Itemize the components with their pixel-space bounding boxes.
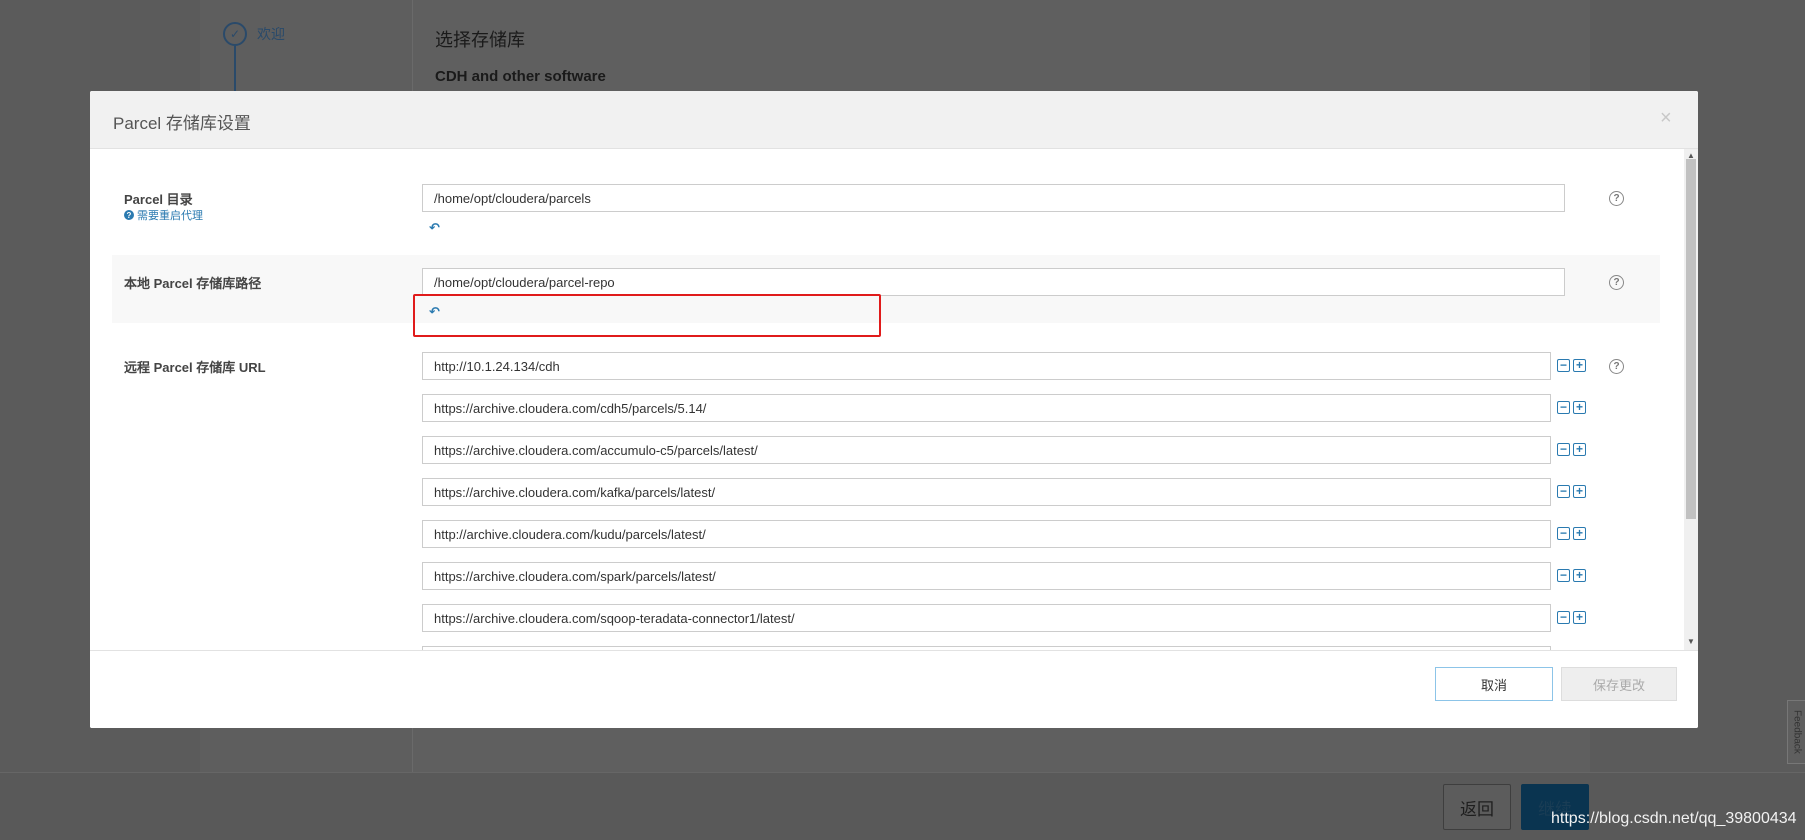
plus-square-icon[interactable]: + <box>1573 611 1586 624</box>
parcel-settings-dialog: Parcel 存储库设置 × Parcel 目录 ? 需要重启代理 /home/… <box>90 91 1698 728</box>
remote-repo-label: 远程 Parcel 存储库 URL <box>124 360 266 375</box>
url-row-controls: − + <box>1557 611 1586 624</box>
scroll-thumb[interactable] <box>1686 159 1696 519</box>
plus-square-icon[interactable]: + <box>1573 359 1586 372</box>
wizard-step-label: 欢迎 <box>257 26 285 42</box>
remote-repo-url-input[interactable]: http://archive.cloudera.com/kudu/parcels… <box>422 520 1551 548</box>
plus-square-icon[interactable]: + <box>1573 569 1586 582</box>
remote-repo-url-input[interactable]: https://archive.cloudera.com/spark/parce… <box>422 562 1551 590</box>
watermark-text: https://blog.csdn.net/qq_39800434 <box>1551 810 1797 827</box>
minus-square-icon[interactable]: − <box>1557 401 1570 414</box>
dialog-footer: 取消 保存更改 <box>90 650 1698 728</box>
local-repo-label: 本地 Parcel 存储库路径 <box>124 276 262 291</box>
highlight-annotation-box <box>413 294 881 337</box>
url-row-controls: − + <box>1557 443 1586 456</box>
parcel-dir-label: Parcel 目录 <box>124 192 193 207</box>
url-row-controls: − + <box>1557 569 1586 582</box>
question-circle-icon[interactable]: ? <box>1609 275 1624 290</box>
undo-arrow-icon[interactable]: ↶ <box>429 220 440 236</box>
back-button[interactable]: 返回 <box>1443 784 1511 830</box>
url-row-controls: − + <box>1557 401 1586 414</box>
wizard-step-connector <box>234 46 236 96</box>
minus-square-icon[interactable]: − <box>1557 485 1570 498</box>
minus-square-icon[interactable]: − <box>1557 527 1570 540</box>
remote-repo-url-input[interactable]: https://archive.cloudera.com/cdh5/parcel… <box>422 394 1551 422</box>
scroll-down-icon[interactable]: ▼ <box>1687 637 1695 646</box>
minus-square-icon[interactable]: − <box>1557 443 1570 456</box>
close-icon[interactable]: × <box>1660 107 1672 130</box>
restart-agent-note-text: 需要重启代理 <box>137 210 203 222</box>
section-title: 选择存储库 <box>435 30 525 50</box>
plus-square-icon[interactable]: + <box>1573 443 1586 456</box>
save-changes-button[interactable]: 保存更改 <box>1561 667 1677 701</box>
url-row-controls: − + <box>1557 359 1586 372</box>
minus-square-icon[interactable]: − <box>1557 359 1570 372</box>
check-icon: ✓ <box>223 22 247 46</box>
minus-square-icon[interactable]: − <box>1557 611 1570 624</box>
remote-repo-url-input[interactable]: http://10.1.24.134/cdh <box>422 352 1551 380</box>
cancel-button[interactable]: 取消 <box>1435 667 1553 701</box>
dialog-body[interactable]: Parcel 目录 ? 需要重启代理 /home/opt/cloudera/pa… <box>90 149 1698 650</box>
question-circle-icon[interactable]: ? <box>1609 359 1624 374</box>
question-circle-icon[interactable]: ? <box>1609 191 1624 206</box>
minus-square-icon[interactable]: − <box>1557 569 1570 582</box>
plus-square-icon[interactable]: + <box>1573 527 1586 540</box>
dialog-scrollbar[interactable]: ▲ ▼ <box>1684 149 1698 650</box>
plus-square-icon[interactable]: + <box>1573 401 1586 414</box>
remote-repo-url-input[interactable]: https://archive.cloudera.com/kafka/parce… <box>422 478 1551 506</box>
url-row-controls: − + <box>1557 527 1586 540</box>
local-repo-input[interactable]: /home/opt/cloudera/parcel-repo <box>422 268 1565 296</box>
restart-agent-note[interactable]: ? 需要重启代理 <box>124 207 203 223</box>
wizard-step-welcome: ✓ 欢迎 <box>223 22 285 46</box>
parcel-dir-input[interactable]: /home/opt/cloudera/parcels <box>422 184 1565 212</box>
url-row-controls: − + <box>1557 485 1586 498</box>
dialog-header: Parcel 存储库设置 × <box>90 91 1698 149</box>
section-subtitle: CDH and other software <box>435 68 606 85</box>
remote-repo-url-input[interactable]: https://archive.cloudera.com/accumulo-c5… <box>422 436 1551 464</box>
question-circle-icon: ? <box>124 210 134 220</box>
plus-square-icon[interactable]: + <box>1573 485 1586 498</box>
remote-repo-url-input[interactable]: https://archive.cloudera.com/sqoop-terad… <box>422 604 1551 632</box>
feedback-tab[interactable]: Feedback <box>1787 700 1805 764</box>
dialog-title: Parcel 存储库设置 <box>113 114 251 133</box>
